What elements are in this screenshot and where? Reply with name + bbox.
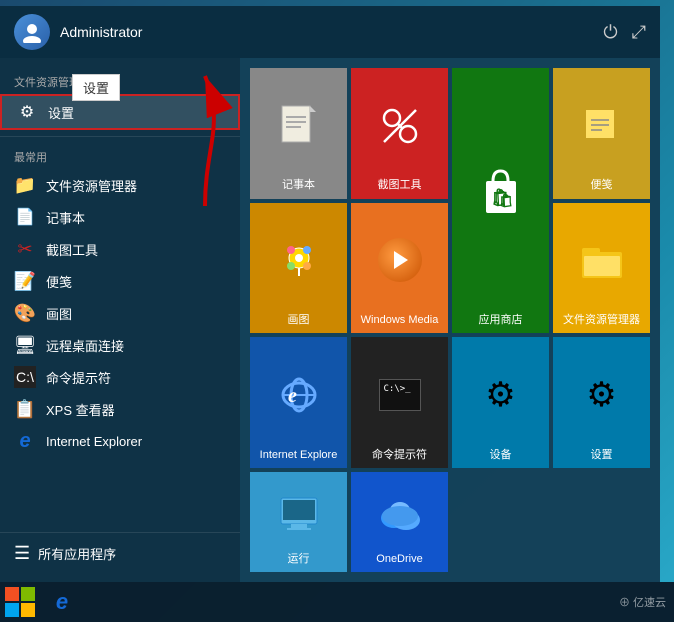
tile-sticky-icon (557, 76, 646, 175)
tile-onedrive[interactable]: OneDrive (351, 472, 448, 572)
tile-store-icon: 🛍 (456, 76, 545, 310)
xps-icon: 📋 (14, 398, 36, 420)
all-apps-icon: ☰ (14, 543, 30, 564)
tile-sticky[interactable]: 便笺 (553, 68, 650, 199)
settings-icon: ⚙ (16, 101, 38, 123)
list-item-paint[interactable]: 🎨 画图 (0, 297, 240, 329)
tile-media[interactable]: Windows Media (351, 203, 448, 334)
tile-onedrive-icon (355, 480, 444, 549)
tile-fileexplorer-label: 文件资源管理器 (563, 314, 640, 327)
desktop: Administrator ⏻ ⤢ 文件资源管理器 ⚙ 设置 (0, 0, 674, 622)
tile-ie-label: Internet Explore (260, 449, 338, 462)
snip-icon: ✂ (14, 238, 36, 260)
all-apps-label: 所有应用程序 (38, 544, 116, 563)
all-apps[interactable]: ☰ 所有应用程序 (0, 532, 240, 574)
tile-sticky-label: 便笺 (591, 179, 613, 192)
remote-icon: 🖥 (14, 334, 36, 356)
pinned-items: 文件资源管理器 ⚙ 设置 ▏ (0, 66, 240, 137)
svg-text:🛍: 🛍 (491, 188, 514, 208)
tile-snip-label: 截图工具 (378, 179, 422, 192)
xps-item-label: XPS 查看器 (46, 400, 115, 419)
tile-store[interactable]: 🛍 应用商店 (452, 68, 549, 333)
tile-run-label: 运行 (288, 553, 310, 566)
filemanager-label: 文件资源管理器 (0, 66, 240, 94)
tile-ie[interactable]: e Internet Explore (250, 337, 347, 468)
cursor-icon: ▏ (214, 102, 226, 122)
expand-button[interactable]: ⤢ (632, 22, 646, 43)
tile-paint-icon (254, 211, 343, 310)
tile-store-label: 应用商店 (479, 314, 523, 327)
start-menu-top: Administrator ⏻ ⤢ (0, 6, 660, 58)
list-item-notepad[interactable]: 📄 记事本 (0, 201, 240, 233)
sticky-item-label: 便笺 (46, 272, 72, 291)
list-item-ie[interactable]: e Internet Explorer (0, 425, 240, 457)
tile-ie-icon: e (254, 345, 343, 444)
right-panel: 记事本 截图工具 (240, 58, 660, 582)
start-menu-body: 文件资源管理器 ⚙ 设置 ▏ 设置 最常用 � (0, 58, 660, 582)
svg-text:e: e (288, 385, 297, 407)
tile-cmd-icon: C:\>_ (355, 345, 444, 444)
ie-list-icon: e (14, 430, 36, 452)
left-panel: 文件资源管理器 ⚙ 设置 ▏ 设置 最常用 � (0, 58, 240, 582)
list-item-remote[interactable]: 🖥 远程桌面连接 (0, 329, 240, 361)
user-name: Administrator (60, 24, 142, 40)
taskbar: e ⊕ 亿速云 (0, 582, 674, 622)
list-item-filemanager[interactable]: 📁 文件资源管理器 (0, 169, 240, 201)
settings-label: 设置 (48, 103, 74, 122)
avatar (14, 14, 50, 50)
tile-notepad-label: 记事本 (282, 179, 315, 192)
taskbar-right: ⊕ 亿速云 (619, 594, 674, 610)
filemanager-item-label: 文件资源管理器 (46, 176, 137, 195)
list-item-xps[interactable]: 📋 XPS 查看器 (0, 393, 240, 425)
watermark-text: ⊕ 亿速云 (619, 594, 666, 610)
notepad-item-label: 记事本 (46, 208, 85, 227)
user-info: Administrator (14, 14, 142, 50)
list-item-sticky[interactable]: 📝 便笺 (0, 265, 240, 297)
tile-settings[interactable]: ⚙ 设置 (553, 337, 650, 468)
tile-paint[interactable]: 画图 (250, 203, 347, 334)
list-item-snip[interactable]: ✂ 截图工具 (0, 233, 240, 265)
taskbar-ie-button[interactable]: e (42, 582, 82, 622)
tile-fileexplorer[interactable]: 文件资源管理器 (553, 203, 650, 334)
remote-item-label: 远程桌面连接 (46, 336, 124, 355)
list-item-cmd[interactable]: C:\ 命令提示符 (0, 361, 240, 393)
notepad-icon: 📄 (14, 206, 36, 228)
power-button[interactable]: ⏻ (603, 22, 617, 43)
tile-devices[interactable]: ⚙ 设备 (452, 337, 549, 468)
tile-fileexplorer-icon (557, 211, 646, 310)
frequent-label: 最常用 (0, 141, 240, 169)
tile-devices-icon: ⚙ (456, 345, 545, 444)
cmd-item-label: 命令提示符 (46, 368, 111, 387)
tile-paint-label: 画图 (288, 314, 310, 327)
tile-run[interactable]: 运行 (250, 472, 347, 572)
taskbar-start-button[interactable] (0, 582, 40, 622)
tile-snip[interactable]: 截图工具 (351, 68, 448, 199)
settings-item[interactable]: ⚙ 设置 ▏ (0, 94, 240, 130)
tile-cmd[interactable]: C:\>_ 命令提示符 (351, 337, 448, 468)
windows-logo-icon (5, 587, 35, 617)
folder-icon: 📁 (14, 174, 36, 196)
sticky-icon: 📝 (14, 270, 36, 292)
paint-icon: 🎨 (14, 302, 36, 324)
tile-onedrive-label: OneDrive (376, 553, 422, 566)
cmd-icon: C:\ (14, 366, 36, 388)
tile-notepad-icon (254, 76, 343, 175)
tile-run-icon (254, 480, 343, 549)
tile-media-icon (355, 211, 444, 310)
snip-item-label: 截图工具 (46, 240, 98, 259)
tile-settings-label: 设置 (591, 449, 613, 462)
top-buttons: ⏻ ⤢ (603, 22, 646, 43)
tile-cmd-label: 命令提示符 (372, 449, 427, 462)
tile-settings-icon: ⚙ (557, 345, 646, 444)
tile-media-label: Windows Media (361, 314, 439, 327)
tile-devices-label: 设备 (490, 449, 512, 462)
start-menu: Administrator ⏻ ⤢ 文件资源管理器 ⚙ 设置 (0, 6, 660, 582)
paint-item-label: 画图 (46, 304, 72, 323)
ie-item-label: Internet Explorer (46, 434, 142, 449)
tile-snip-icon (355, 76, 444, 175)
tile-notepad[interactable]: 记事本 (250, 68, 347, 199)
taskbar-ie-icon: e (56, 589, 68, 615)
